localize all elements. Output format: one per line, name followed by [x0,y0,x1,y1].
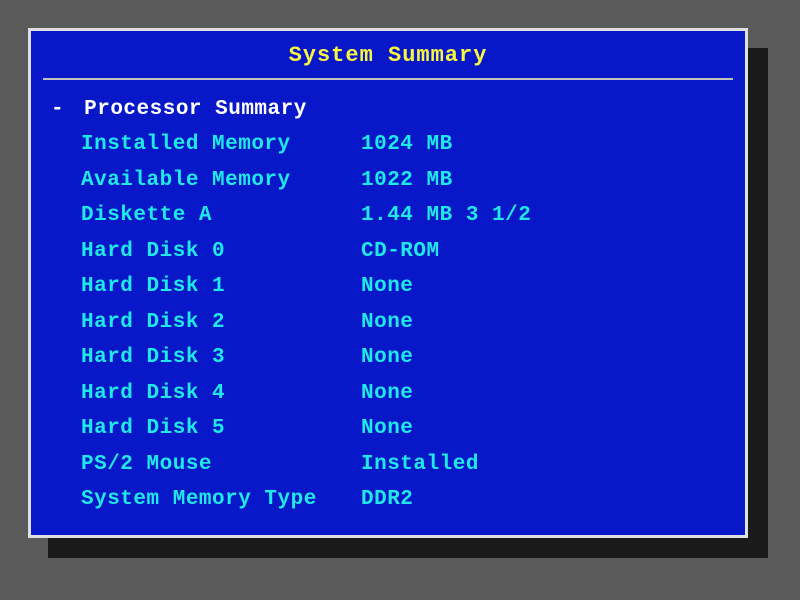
list-item[interactable]: Hard Disk 3 None [51,340,725,376]
field-label: Available Memory [81,165,361,197]
field-label: System Memory Type [81,484,361,516]
field-value: Installed [361,449,479,481]
field-label: Hard Disk 0 [81,236,361,268]
field-value: None [361,307,413,339]
page-title: System Summary [289,43,488,68]
field-label: Hard Disk 1 [81,271,361,303]
field-value: 1.44 MB 3 1/2 [361,200,531,232]
list-item[interactable]: Hard Disk 4 None [51,376,725,412]
list-item[interactable]: Hard Disk 1 None [51,269,725,305]
field-value: 1024 MB [361,129,453,161]
field-value: None [361,342,413,374]
section-title: Processor Summary [84,98,307,121]
list-item[interactable]: System Memory Type DDR2 [51,482,725,518]
field-label: Diskette A [81,200,361,232]
list-item[interactable]: Diskette A 1.44 MB 3 1/2 [51,198,725,234]
field-label: Installed Memory [81,129,361,161]
field-value: None [361,378,413,410]
list-item[interactable]: Hard Disk 5 None [51,411,725,447]
list-item[interactable]: Hard Disk 2 None [51,305,725,341]
content-area: - Processor Summary Installed Memory 102… [31,80,745,528]
field-label: Hard Disk 2 [81,307,361,339]
expand-marker: - [51,98,71,121]
field-label: Hard Disk 4 [81,378,361,410]
field-label: Hard Disk 3 [81,342,361,374]
field-value: None [361,413,413,445]
title-bar: System Summary [43,31,733,80]
field-value: CD-ROM [361,236,440,268]
field-label: Hard Disk 5 [81,413,361,445]
bios-window: System Summary - Processor Summary Insta… [28,28,748,538]
field-value: 1022 MB [361,165,453,197]
list-item[interactable]: Installed Memory 1024 MB [51,127,725,163]
list-item[interactable]: PS/2 Mouse Installed [51,447,725,483]
list-item[interactable]: Available Memory 1022 MB [51,163,725,199]
field-label: PS/2 Mouse [81,449,361,481]
field-value: DDR2 [361,484,413,516]
section-header[interactable]: - Processor Summary [51,98,725,121]
field-value: None [361,271,413,303]
list-item[interactable]: Hard Disk 0 CD-ROM [51,234,725,270]
